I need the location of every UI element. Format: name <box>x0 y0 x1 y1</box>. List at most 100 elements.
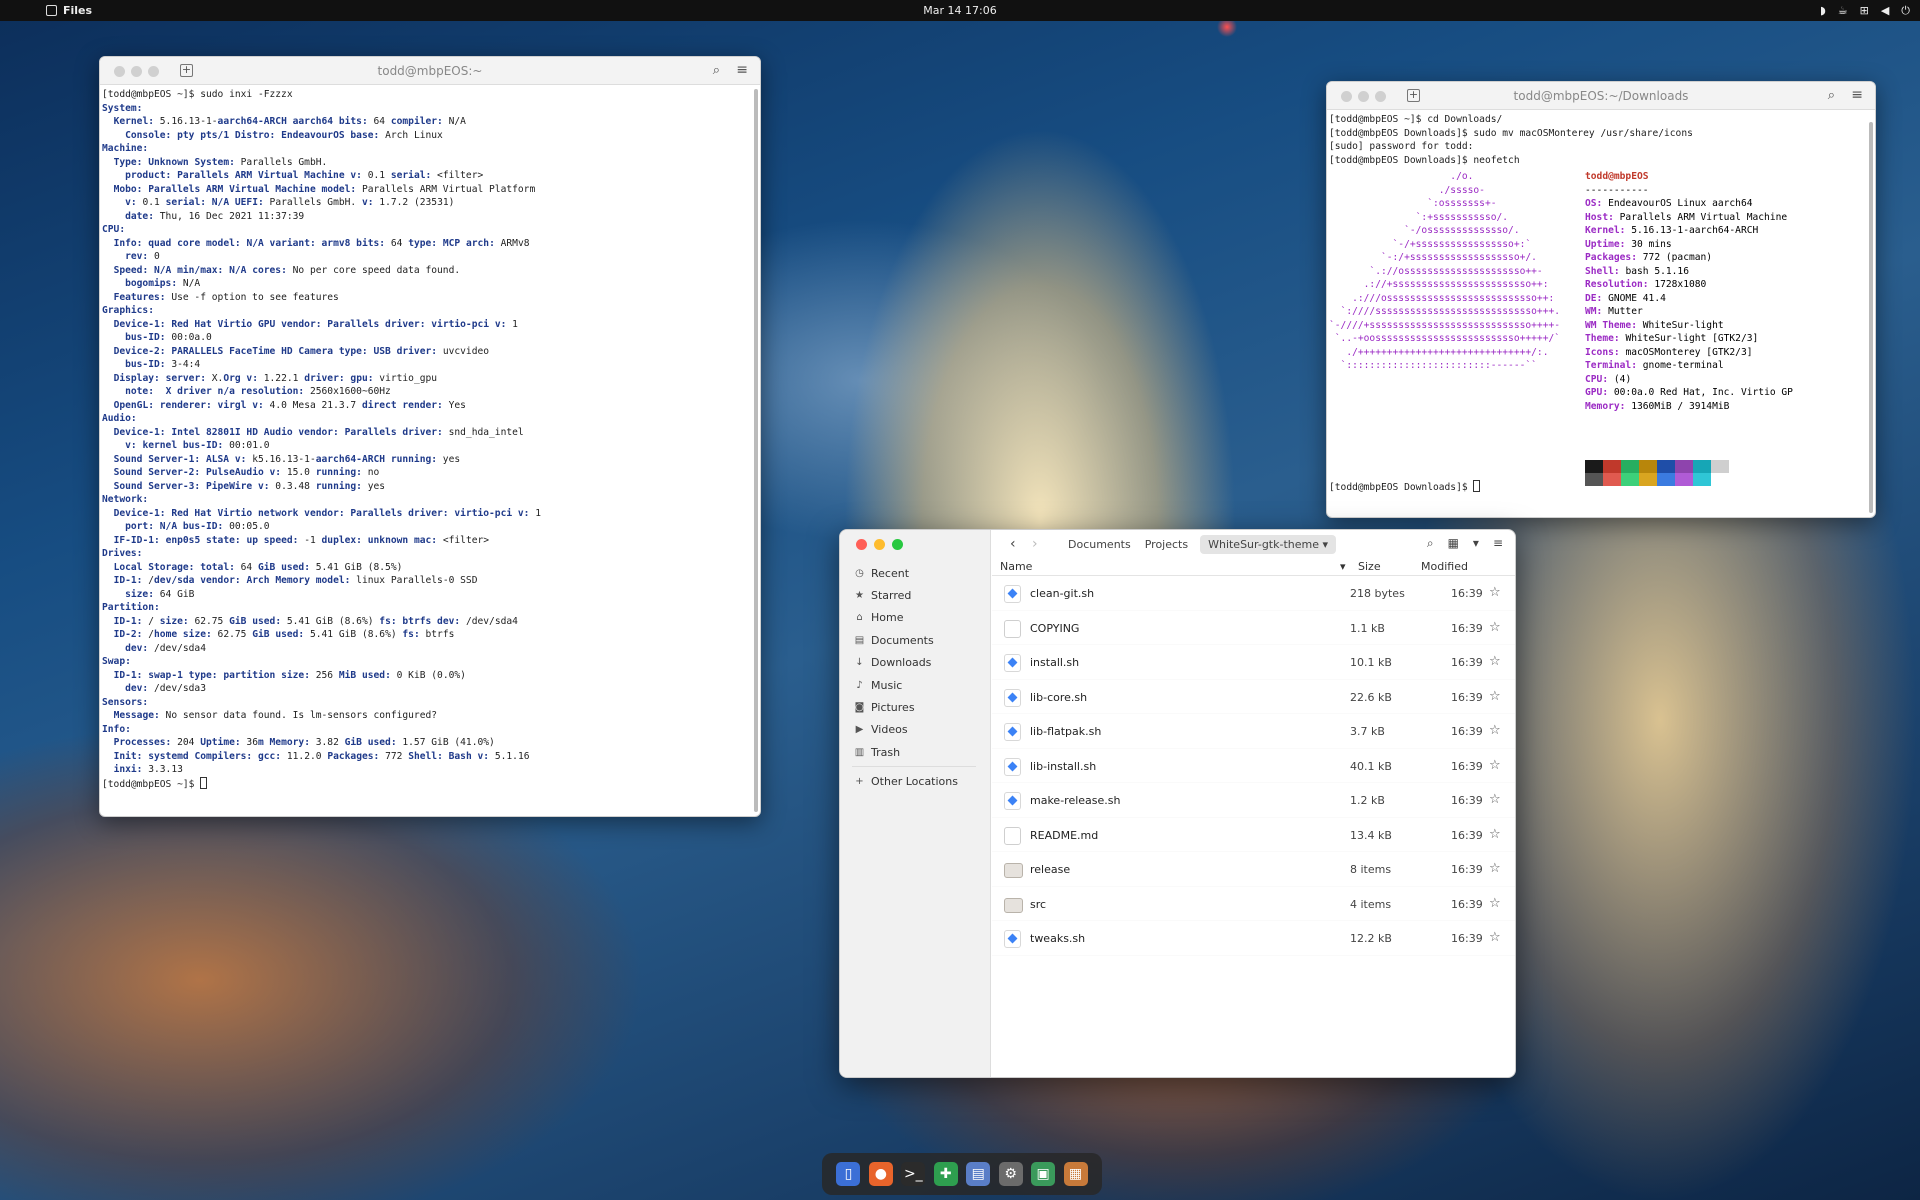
terminal-window-downloads[interactable]: + todd@mbpEOS:~/Downloads ⌕ ≡ [todd@mbpE… <box>1326 81 1876 518</box>
app-menu[interactable]: Files <box>46 4 92 17</box>
files-dock-icon[interactable]: ▯ <box>836 1162 861 1186</box>
file-row[interactable]: install.sh 10.1 kB 16:39 ☆ <box>992 645 1515 680</box>
color-swatch <box>1621 473 1639 486</box>
file-row[interactable]: COPYING 1.1 kB 16:39 ☆ <box>992 611 1515 645</box>
sidebar-item-home[interactable]: ⌂ Home <box>854 607 976 629</box>
sort-chevron-icon[interactable]: ▾ <box>1340 560 1346 573</box>
hamburger-menu-icon[interactable]: ≡ <box>736 62 748 78</box>
extensions-dock-icon[interactable]: ✚ <box>933 1162 958 1186</box>
terminal-line: Device-2: PARALLELS FaceTime HD Camera t… <box>113 345 490 357</box>
file-row[interactable]: tweaks.sh 12.2 kB 16:39 ☆ <box>992 921 1515 956</box>
folder-icon <box>1004 863 1023 878</box>
terminal-line: Sound Server-3: PipeWire v: 0.3.48 runni… <box>113 480 386 492</box>
neofetch-row: Kernel: 5.16.13-1-aarch64-ARCH <box>1585 224 1793 238</box>
star-icon[interactable]: ☆ <box>1489 689 1501 704</box>
grid-view-icon[interactable]: ▦ <box>1448 536 1459 551</box>
minimize-button[interactable] <box>874 539 885 550</box>
ascii-logo-line: `:osssssss+- <box>1329 198 1497 209</box>
sidebar-item-downloads[interactable]: ↓ Downloads <box>854 652 976 674</box>
window-controls[interactable] <box>856 539 903 550</box>
file-name: tweaks.sh <box>1030 932 1086 945</box>
scrollbar[interactable] <box>1869 122 1873 513</box>
file-row[interactable]: make-release.sh 1.2 kB 16:39 ☆ <box>992 783 1515 818</box>
terminal-output[interactable]: [todd@mbpEOS ~]$ sudo inxi -Fzzzx System:… <box>100 85 760 794</box>
terminal-window-home[interactable]: + todd@mbpEOS:~ ⌕ ≡ [todd@mbpEOS ~]$ sud… <box>99 56 761 817</box>
terminal-titlebar[interactable]: + todd@mbpEOS:~/Downloads ⌕ ≡ <box>1327 82 1875 110</box>
document-icon: ▤ <box>854 634 865 646</box>
terminal-title: todd@mbpEOS:~/Downloads <box>1513 89 1689 103</box>
search-icon[interactable]: ⌕ <box>713 63 720 78</box>
sidebar-item-documents[interactable]: ▤ Documents <box>854 629 976 651</box>
neofetch-label: Icons: <box>1585 346 1626 358</box>
file-row[interactable]: release 8 items 16:39 ☆ <box>992 852 1515 887</box>
back-button[interactable]: ‹ <box>1010 536 1032 552</box>
terminal-line: Sound Server-2: PulseAudio v: 15.0 runni… <box>113 467 380 478</box>
file-size: 10.1 kB <box>1350 656 1392 669</box>
file-row[interactable]: lib-install.sh 40.1 kB 16:39 ☆ <box>992 749 1515 783</box>
sidebar-item-videos[interactable]: ▶ Videos <box>854 719 976 741</box>
sidebar-item-other-locations[interactable]: + Other Locations <box>854 771 976 793</box>
sidebar-item-starred[interactable]: ★ Starred <box>854 584 976 606</box>
star-icon[interactable]: ☆ <box>1489 758 1501 773</box>
terminal-prompt-line[interactable]: [todd@mbpEOS ~]$ <box>102 776 758 792</box>
terminal-output[interactable]: [todd@mbpEOS ~]$ cd Downloads/ [todd@mbpE… <box>1327 110 1875 170</box>
app-name: Files <box>63 4 93 17</box>
breadcrumb-projects[interactable]: Projects <box>1145 538 1188 551</box>
search-icon[interactable]: ⌕ <box>1828 88 1835 103</box>
software-dock-icon[interactable]: ▣ <box>1031 1162 1056 1186</box>
files-window[interactable]: ◷ Recent ★ Starred ⌂ Home ▤ Documents ↓ Downloads… <box>839 529 1516 1078</box>
star-icon[interactable]: ☆ <box>1489 585 1501 600</box>
system-tray[interactable]: ◗ ☕ ⊞ ◀ ⏻ <box>1820 4 1910 18</box>
terminal-titlebar[interactable]: + todd@mbpEOS:~ ⌕ ≡ <box>100 57 760 85</box>
file-modified: 16:39 <box>1451 656 1483 669</box>
file-name: release <box>1030 863 1071 876</box>
clock[interactable]: Mar 14 17:06 <box>923 4 996 17</box>
sidebar-item-music[interactable]: ♪ Music <box>854 674 976 696</box>
breadcrumb-current[interactable]: WhiteSur-gtk-theme ▾ <box>1200 534 1337 554</box>
script-file-icon <box>1004 723 1021 741</box>
color-swatch <box>1711 460 1729 473</box>
file-row[interactable]: src 4 items 16:39 ☆ <box>992 887 1515 921</box>
star-icon[interactable]: ☆ <box>1489 930 1501 945</box>
file-size: 4 items <box>1350 897 1392 911</box>
file-row[interactable]: clean-git.sh 218 bytes 16:39 ☆ <box>992 576 1515 611</box>
ascii-logo-line: `:////ssssssssssssssssssssssssssso+++. <box>1329 306 1561 317</box>
firefox-dock-icon[interactable]: ● <box>868 1162 893 1186</box>
view-options-chevron-icon[interactable]: ▾ <box>1473 536 1479 551</box>
app-grid-dock-icon[interactable]: ▦ <box>1063 1162 1088 1186</box>
forward-button[interactable]: › <box>1032 536 1054 552</box>
neofetch-value: 5.16.13-1-aarch64-ARCH <box>1631 225 1759 236</box>
hamburger-menu-icon[interactable]: ≡ <box>1493 536 1503 551</box>
breadcrumb-current-label: WhiteSur-gtk-theme <box>1208 537 1319 551</box>
neofetch-label: Kernel: <box>1585 225 1632 236</box>
hamburger-menu-icon[interactable]: ≡ <box>1851 87 1863 103</box>
file-row[interactable]: README.md 13.4 kB 16:39 ☆ <box>992 818 1515 852</box>
breadcrumb-documents[interactable]: Documents <box>1068 538 1131 551</box>
scrollbar[interactable] <box>754 89 758 812</box>
star-icon[interactable]: ☆ <box>1489 723 1501 738</box>
terminal-line: dev: /dev/sda3 <box>125 683 206 694</box>
column-name[interactable]: Name <box>1000 560 1032 573</box>
sidebar-item-pictures[interactable]: ◙ Pictures <box>854 696 976 718</box>
column-size[interactable]: Size <box>1358 560 1381 573</box>
star-icon[interactable]: ☆ <box>1489 792 1501 807</box>
star-icon[interactable]: ☆ <box>1489 620 1501 635</box>
terminal-line: Machine: <box>102 143 149 154</box>
terminal-dock-icon[interactable]: >_ <box>901 1162 926 1186</box>
star-icon[interactable]: ☆ <box>1489 654 1501 669</box>
camera-icon: ◙ <box>854 702 865 714</box>
file-row[interactable]: lib-flatpak.sh 3.7 kB 16:39 ☆ <box>992 714 1515 749</box>
file-row[interactable]: lib-core.sh 22.6 kB 16:39 ☆ <box>992 680 1515 714</box>
close-button[interactable] <box>856 539 867 550</box>
maximize-button[interactable] <box>892 539 903 550</box>
column-modified[interactable]: Modified <box>1421 560 1468 573</box>
star-icon[interactable]: ☆ <box>1489 861 1501 876</box>
sidebar-item-recent[interactable]: ◷ Recent <box>854 562 976 584</box>
apple-menu-icon[interactable] <box>12 5 24 17</box>
settings-dock-icon[interactable]: ⚙ <box>998 1162 1023 1186</box>
star-icon[interactable]: ☆ <box>1489 896 1501 911</box>
search-icon[interactable]: ⌕ <box>1427 536 1434 551</box>
star-icon[interactable]: ☆ <box>1489 827 1501 842</box>
sidebar-item-trash[interactable]: ▥ Trash <box>854 741 976 763</box>
text-editor-dock-icon[interactable]: ▤ <box>966 1162 991 1186</box>
